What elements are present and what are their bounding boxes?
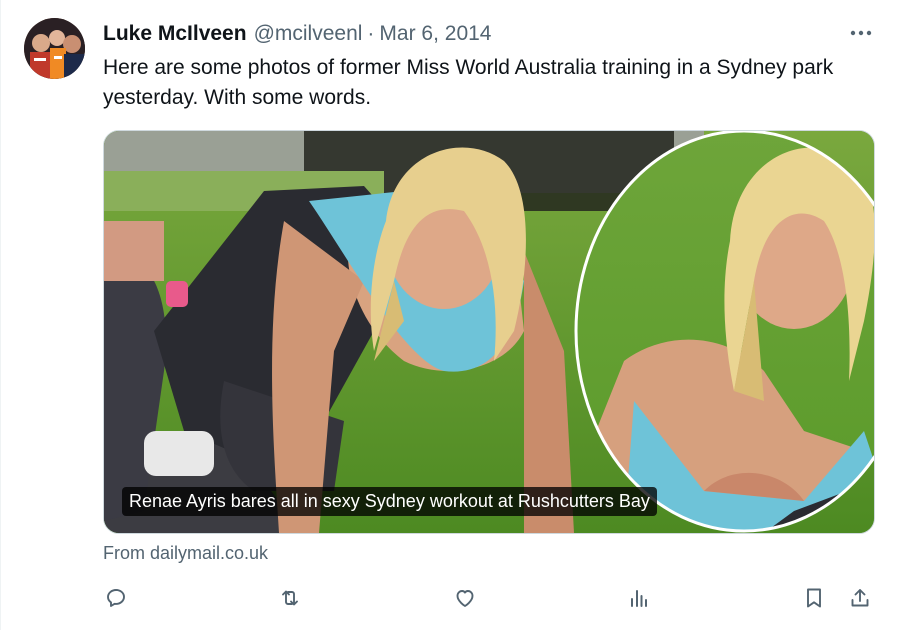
tweet-header: Luke McIlveen @mcilveenl · Mar 6, 2014: [103, 21, 492, 47]
left-border: [0, 0, 1, 630]
bookmark-button[interactable]: [798, 582, 830, 614]
workout-photo: [104, 131, 874, 533]
author-name[interactable]: Luke McIlveen: [103, 21, 247, 47]
like-button[interactable]: [449, 582, 481, 614]
bookmark-icon: [807, 588, 821, 608]
action-bar: [0, 582, 898, 614]
retweet-icon: [282, 590, 298, 606]
author-handle[interactable]: @mcilveenl: [254, 21, 363, 47]
media-caption: Renae Ayris bares all in sexy Sydney wor…: [122, 487, 657, 516]
tweet-text: Here are some photos of former Miss Worl…: [103, 56, 834, 109]
like-icon: [456, 590, 474, 607]
views-button[interactable]: [623, 582, 655, 614]
tweet-date[interactable]: Mar 6, 2014: [379, 21, 491, 47]
separator-dot: ·: [367, 22, 375, 45]
share-button[interactable]: [844, 582, 876, 614]
more-options-button[interactable]: [846, 22, 876, 44]
profile-photo-icon: [24, 18, 85, 79]
reply-button[interactable]: [100, 582, 132, 614]
views-icon: [631, 590, 647, 607]
avatar[interactable]: [24, 18, 85, 79]
more-dots-icon: [850, 30, 872, 36]
media-card[interactable]: Renae Ayris bares all in sexy Sydney wor…: [103, 130, 875, 534]
reply-icon: [107, 588, 125, 607]
retweet-button[interactable]: [274, 582, 306, 614]
link-source[interactable]: From dailymail.co.uk: [103, 541, 268, 565]
share-icon: [851, 589, 869, 607]
